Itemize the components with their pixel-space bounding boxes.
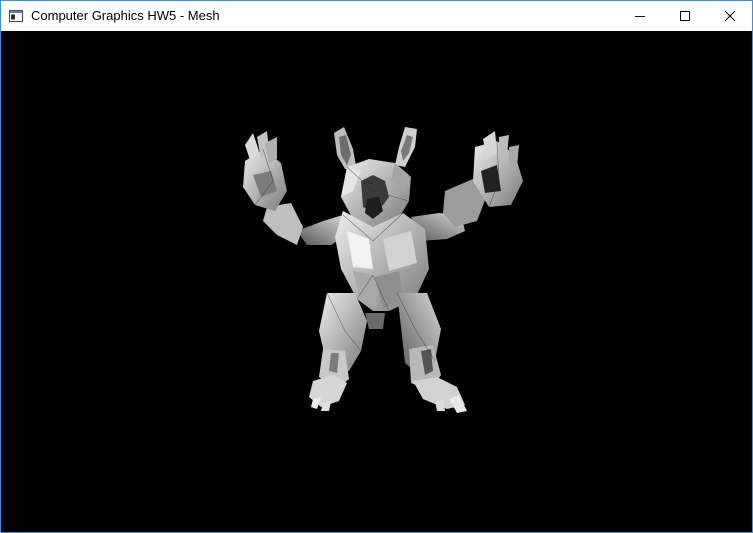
app-icon bbox=[9, 9, 23, 22]
minimize-icon bbox=[634, 16, 645, 17]
title-bar[interactable]: Computer Graphics HW5 - Mesh bbox=[1, 1, 752, 31]
maximize-button[interactable] bbox=[662, 1, 707, 31]
render-viewport[interactable] bbox=[1, 31, 752, 532]
window-title: Computer Graphics HW5 - Mesh bbox=[31, 8, 220, 23]
armadillo-mesh bbox=[243, 127, 523, 413]
close-button[interactable] bbox=[707, 1, 752, 31]
app-window: Computer Graphics HW5 - Mesh bbox=[0, 0, 753, 533]
minimize-button[interactable] bbox=[617, 1, 662, 31]
maximize-icon bbox=[679, 11, 690, 21]
close-icon bbox=[724, 10, 735, 22]
